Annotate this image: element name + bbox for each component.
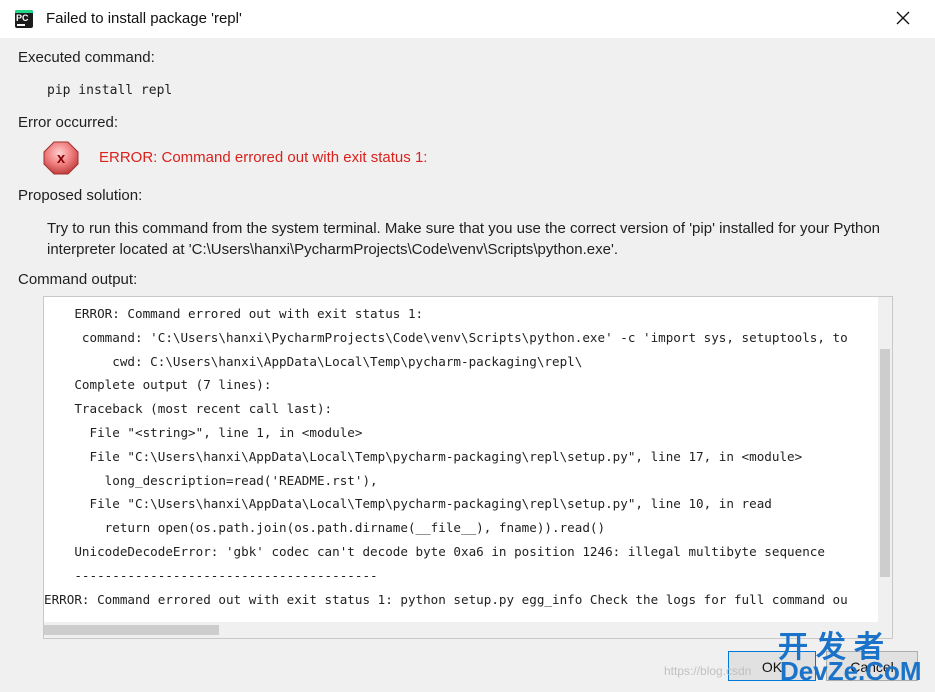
horizontal-scroll-thumb[interactable]: [44, 625, 219, 635]
watermark-brand-logo: 开发者 DevZe.CoM: [778, 622, 928, 688]
command-output-label: Command output:: [18, 271, 138, 288]
command-output-panel[interactable]: ERROR: Command errored out with exit sta…: [43, 296, 893, 639]
output-line: Traceback (most recent call last):: [44, 401, 333, 417]
pycharm-app-icon: PC: [15, 10, 33, 28]
proposed-solution-label: Proposed solution:: [18, 187, 143, 204]
output-line: return open(os.path.join(os.path.dirname…: [44, 520, 606, 536]
output-line: File "<string>", line 1, in <module>: [44, 425, 363, 440]
dialog-title: Failed to install package 'repl': [46, 10, 242, 27]
watermark-url: https://blog.csdn: [664, 664, 752, 678]
output-line: File "C:\Users\hanxi\AppData\Local\Temp\…: [44, 496, 772, 512]
output-line: ERROR: Command errored out with exit sta…: [44, 306, 424, 321]
output-line: long_description=read('README.rst'),: [44, 472, 378, 488]
vertical-scroll-thumb[interactable]: [880, 349, 890, 577]
error-occurred-label: Error occurred:: [18, 114, 119, 131]
output-line: command: 'C:\Users\hanxi\PycharmProjects…: [44, 329, 848, 345]
executed-command-text: pip install repl: [47, 83, 173, 98]
executed-command-label: Executed command:: [18, 49, 155, 66]
title-bar: PC Failed to install package 'repl': [0, 0, 935, 38]
command-output-text: ERROR: Command errored out with exit sta…: [44, 297, 892, 622]
svg-text:x: x: [57, 150, 66, 167]
close-button[interactable]: [886, 3, 920, 35]
output-line: Complete output (7 lines):: [44, 377, 272, 393]
output-line: ERROR: Command errored out with exit sta…: [44, 591, 848, 607]
close-x-icon: [896, 11, 910, 25]
error-x-icon: x: [43, 141, 79, 175]
watermark-brand-bottom: DevZe.CoM: [780, 656, 922, 686]
output-line: ----------------------------------------: [44, 567, 378, 583]
error-message: ERROR: Command errored out with exit sta…: [99, 149, 428, 166]
proposed-solution-text: Try to run this command from the system …: [47, 220, 881, 258]
output-line: File "C:\Users\hanxi\AppData\Local\Temp\…: [44, 448, 803, 464]
horizontal-scrollbar[interactable]: [44, 622, 878, 638]
output-line: cwd: C:\Users\hanxi\AppData\Local\Temp\p…: [44, 353, 583, 369]
vertical-scrollbar[interactable]: [878, 297, 892, 622]
output-line: UnicodeDecodeError: 'gbk' codec can't de…: [44, 544, 825, 559]
